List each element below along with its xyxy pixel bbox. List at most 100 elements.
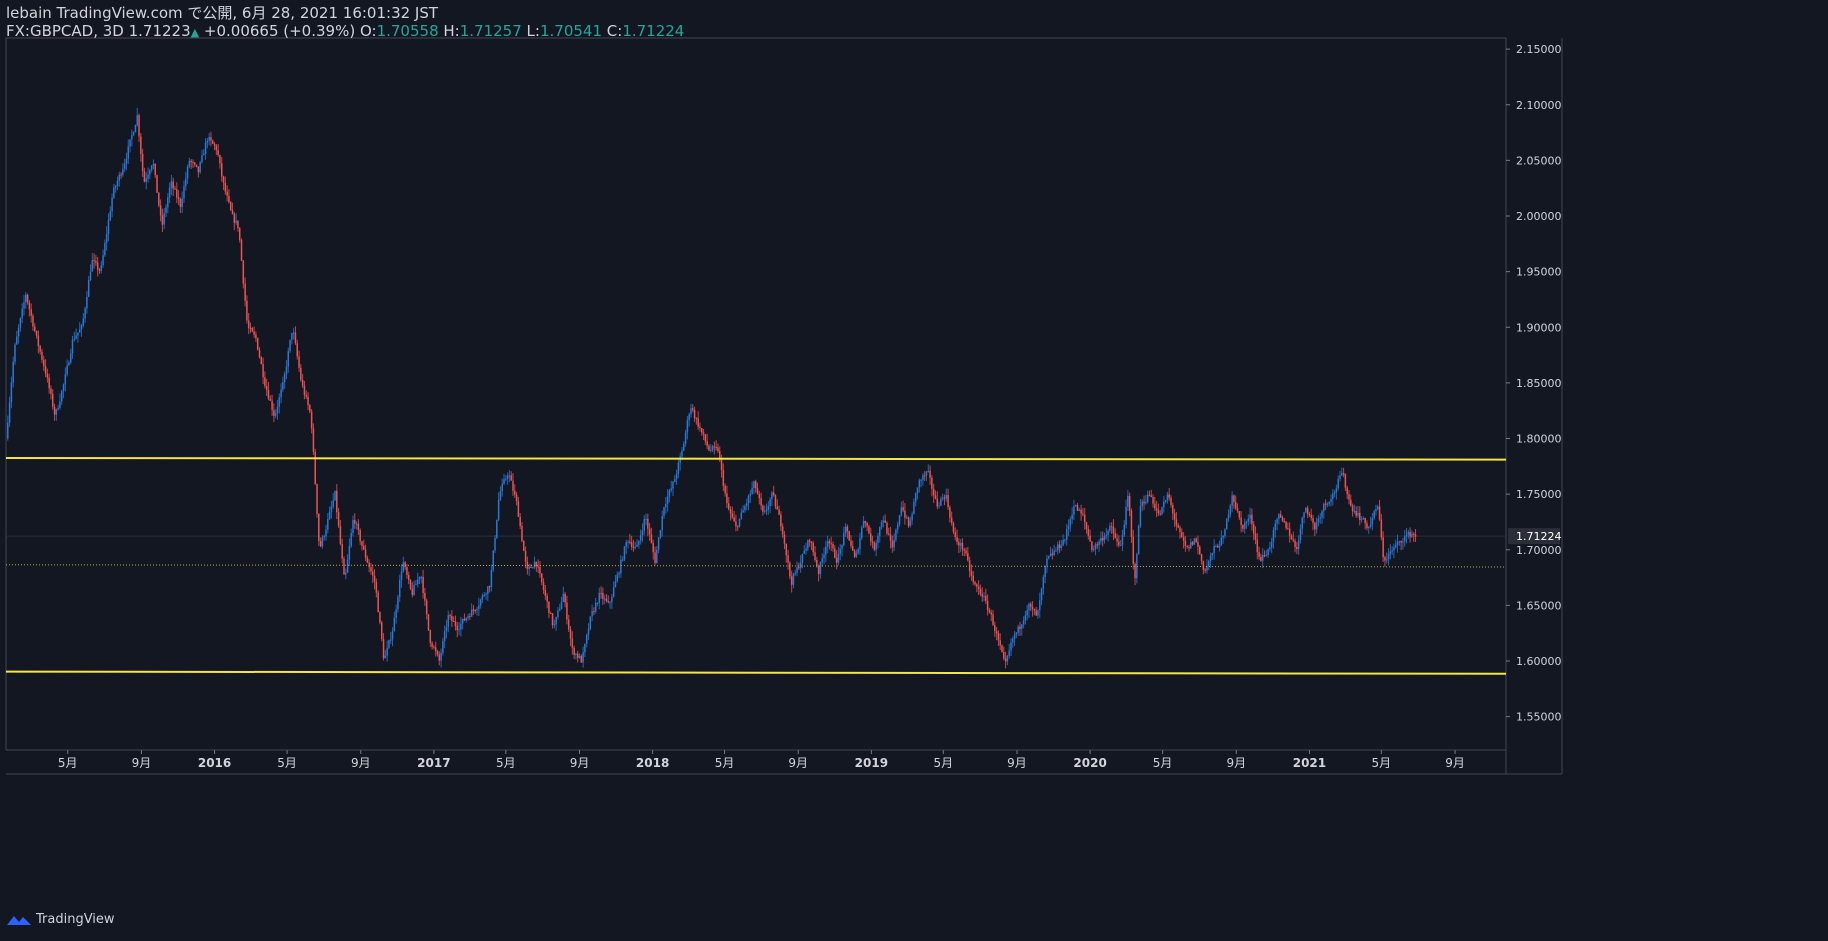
candle-body — [796, 567, 798, 573]
candle-body — [463, 618, 466, 621]
candle-body — [710, 450, 712, 452]
candle-body — [352, 519, 354, 533]
candle-body — [958, 542, 960, 546]
candle-body — [485, 593, 487, 595]
candle-body — [177, 197, 180, 200]
candle-body — [34, 326, 36, 331]
candle-body — [467, 616, 469, 618]
candle-body — [372, 571, 374, 576]
candle-body — [548, 601, 550, 614]
candle-body — [652, 542, 654, 553]
candle-body — [377, 592, 379, 613]
candle-body — [1199, 546, 1201, 555]
candle-body — [762, 505, 764, 512]
candle-body — [1200, 554, 1203, 561]
candle-body — [515, 494, 518, 502]
candle-body — [528, 566, 530, 569]
candle-body — [1013, 634, 1016, 639]
candle-body — [1377, 506, 1379, 509]
candle-body — [792, 574, 795, 585]
candle-body — [418, 576, 421, 580]
candle-body — [253, 331, 255, 335]
candle-body — [967, 553, 969, 561]
candle-body — [630, 542, 633, 547]
candle-body — [341, 543, 343, 559]
candle-body — [1065, 529, 1068, 540]
candle-body — [255, 334, 257, 339]
candle-body — [1012, 638, 1014, 643]
tradingview-brand[interactable]: TradingView — [6, 912, 115, 927]
candle-body — [701, 428, 703, 433]
candle-body — [887, 533, 890, 535]
candle-body — [309, 405, 311, 412]
candle-body — [1128, 495, 1131, 511]
candle-body — [89, 271, 92, 280]
candle-body — [1022, 620, 1025, 625]
candle-body — [532, 567, 534, 569]
candle-body — [323, 536, 325, 538]
candle-body — [1285, 521, 1287, 529]
candle-body — [285, 366, 288, 375]
x-tick-label: 9月 — [351, 756, 371, 770]
candlestick-chart[interactable]: 1.55000 1.60000 1.65000 1.70000 1.75000 1.800… — [0, 0, 1828, 941]
candle-body — [1181, 531, 1183, 538]
candle-body — [1184, 540, 1187, 546]
candle-body — [1335, 488, 1338, 493]
candle-body — [994, 625, 996, 631]
candle-body — [380, 622, 383, 640]
candle-body — [168, 187, 171, 198]
candle-body — [167, 197, 169, 208]
candle-body — [1292, 539, 1295, 541]
candle-body — [1384, 557, 1386, 561]
candle-body — [176, 189, 178, 198]
candle-body — [86, 296, 88, 309]
candle-body — [64, 374, 67, 385]
candle-body — [163, 213, 165, 225]
candle-body — [567, 619, 570, 630]
candle-body — [104, 242, 106, 256]
candle-body — [950, 517, 953, 523]
candle-body — [492, 550, 494, 571]
candle-body — [447, 615, 450, 628]
candle-body — [416, 579, 419, 585]
y-tick-label: 2.00000 — [1516, 210, 1562, 223]
candle-body — [1188, 546, 1190, 549]
candle-body — [932, 488, 935, 496]
candle-body — [478, 605, 480, 610]
candle-body — [517, 501, 520, 517]
candle-body — [546, 595, 548, 602]
candle-body — [1218, 545, 1221, 548]
candle-body — [1396, 541, 1399, 545]
candle-body — [934, 495, 937, 499]
candle-body — [1195, 538, 1197, 542]
candle-body — [956, 537, 958, 543]
candle-body — [1400, 541, 1402, 543]
x-tick-label: 2018 — [636, 756, 669, 770]
candle-body — [51, 393, 54, 407]
candle-body — [578, 655, 581, 658]
candle-body — [510, 475, 512, 481]
candle-body — [442, 640, 444, 653]
candle-body — [834, 548, 836, 558]
candle-body — [947, 495, 949, 508]
candle-body — [1019, 626, 1021, 629]
candle-body — [158, 192, 160, 206]
candle-body — [1373, 511, 1375, 519]
candle-body — [1035, 610, 1037, 616]
candle-body — [1137, 525, 1140, 555]
candle-body — [78, 329, 81, 333]
candle-body — [914, 493, 917, 502]
candle-body — [789, 562, 791, 577]
candle-body — [1306, 507, 1309, 515]
horizontal-level-line — [5, 670, 1507, 675]
candle-body — [526, 561, 529, 569]
candle-body — [677, 462, 680, 474]
candle-body — [1252, 524, 1255, 534]
candle-body — [656, 549, 658, 564]
candle-body — [886, 522, 888, 534]
candle-body — [1204, 569, 1206, 571]
candle-body — [199, 162, 201, 173]
candle-body — [1369, 524, 1372, 527]
candle-body — [747, 495, 750, 504]
candle-body — [1071, 514, 1073, 520]
